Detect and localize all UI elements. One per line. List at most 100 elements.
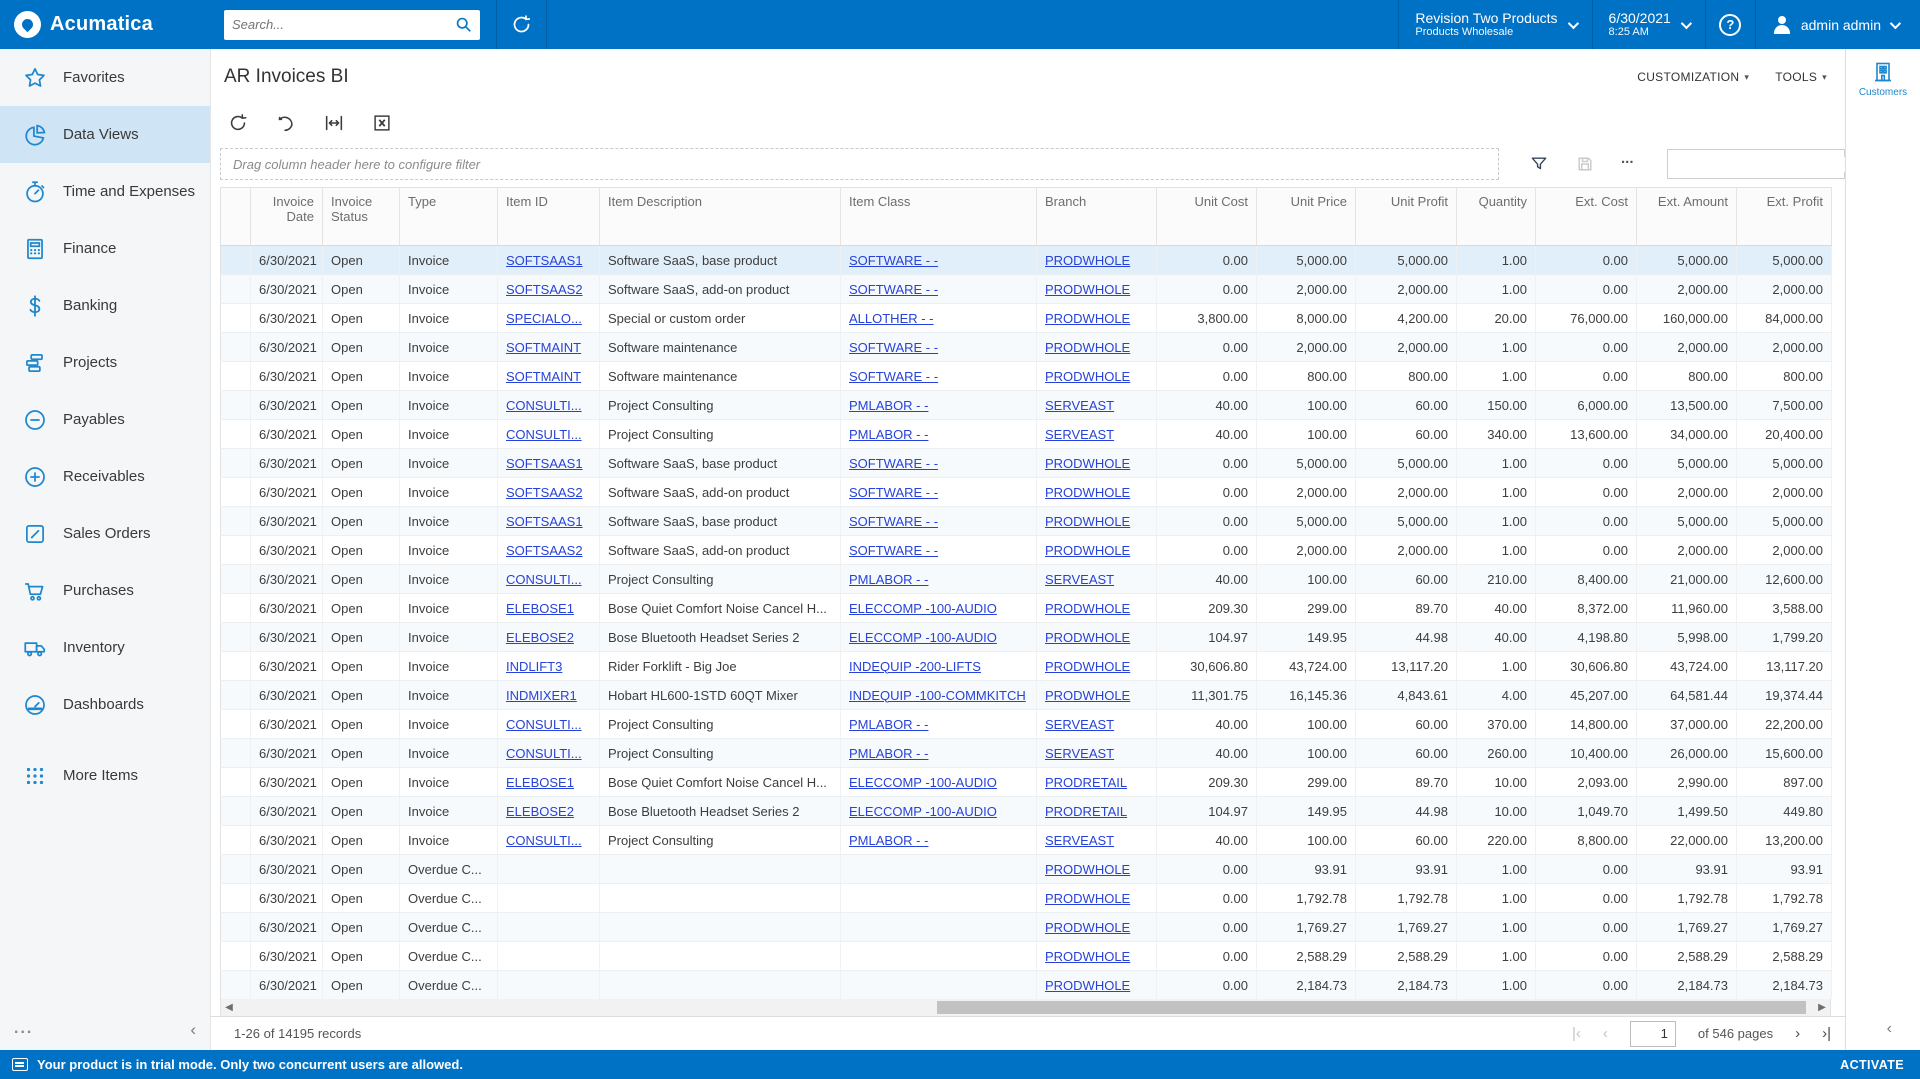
link-item_class[interactable]: SOFTWARE - - [849,485,938,500]
table-row[interactable]: 6/30/2021OpenInvoiceSOFTMAINTSoftware ma… [221,362,1832,391]
sidebar-item-banking[interactable]: Banking [0,277,210,334]
sidebar-item-more-items[interactable]: More Items [0,747,210,804]
link-item_id[interactable]: SOFTSAAS2 [506,282,583,297]
scroll-right-icon[interactable]: ▶ [1814,999,1830,1016]
col-header-desc[interactable]: Item Description [600,188,841,246]
filter-drop-zone[interactable]: Drag column header here to configure fil… [220,148,1499,180]
link-item_class[interactable]: ELECCOMP -100-AUDIO [849,804,997,819]
save-filter-icon[interactable] [1575,154,1595,174]
grid-search[interactable] [1667,149,1845,179]
link-branch[interactable]: PRODWHOLE [1045,311,1130,326]
link-branch[interactable]: PRODWHOLE [1045,862,1130,877]
page-number-input[interactable] [1630,1021,1676,1047]
table-row[interactable]: 6/30/2021OpenInvoiceSOFTMAINTSoftware ma… [221,333,1832,362]
link-branch[interactable]: SERVEAST [1045,746,1114,761]
table-row[interactable]: 6/30/2021OpenInvoiceSOFTSAAS2Software Sa… [221,478,1832,507]
link-item_class[interactable]: ELECCOMP -100-AUDIO [849,630,997,645]
link-item_id[interactable]: SOFTSAAS2 [506,543,583,558]
link-item_class[interactable]: PMLABOR - - [849,572,928,587]
link-branch[interactable]: PRODWHOLE [1045,485,1130,500]
table-row[interactable]: 6/30/2021OpenInvoiceELEBOSE1Bose Quiet C… [221,594,1832,623]
tools-menu[interactable]: TOOLS▾ [1775,70,1827,84]
link-branch[interactable]: SERVEAST [1045,398,1114,413]
link-branch[interactable]: PRODWHOLE [1045,456,1130,471]
fit-width-button[interactable] [323,112,345,134]
link-branch[interactable]: PRODRETAIL [1045,775,1127,790]
table-row[interactable]: 6/30/2021OpenInvoiceSPECIALO...Special o… [221,304,1832,333]
link-item_id[interactable]: SOFTSAAS1 [506,253,583,268]
link-item_id[interactable]: ELEBOSE1 [506,601,574,616]
link-item_class[interactable]: ELECCOMP -100-AUDIO [849,601,997,616]
link-branch[interactable]: PRODWHOLE [1045,688,1130,703]
link-item_id[interactable]: CONSULTI... [506,398,582,413]
refresh-button[interactable] [227,112,249,134]
panel-collapse-icon[interactable]: ‹ [1887,1020,1892,1038]
link-item_class[interactable]: PMLABOR - - [849,746,928,761]
table-row[interactable]: 6/30/2021OpenInvoiceCONSULTI...Project C… [221,391,1832,420]
table-row[interactable]: 6/30/2021OpenInvoiceCONSULTI...Project C… [221,826,1832,855]
sidebar-item-data-views[interactable]: Data Views [0,106,210,163]
link-branch[interactable]: PRODWHOLE [1045,253,1130,268]
table-row[interactable]: 6/30/2021OpenInvoiceINDLIFT3Rider Forkli… [221,652,1832,681]
more-options-button[interactable]: ... [1621,154,1641,174]
link-item_id[interactable]: CONSULTI... [506,427,582,442]
link-branch[interactable]: PRODWHOLE [1045,659,1130,674]
sidebar-item-inventory[interactable]: Inventory [0,619,210,676]
sidebar-item-payables[interactable]: Payables [0,391,210,448]
table-row[interactable]: 6/30/2021OpenInvoiceSOFTSAAS1Software Sa… [221,246,1832,275]
table-row[interactable]: 6/30/2021OpenInvoiceSOFTSAAS1Software Sa… [221,507,1832,536]
link-item_class[interactable]: PMLABOR - - [849,398,928,413]
table-row[interactable]: 6/30/2021OpenInvoiceCONSULTI...Project C… [221,710,1832,739]
col-header-status[interactable]: Invoice Status [323,188,400,246]
link-branch[interactable]: PRODWHOLE [1045,514,1130,529]
link-item_class[interactable]: PMLABOR - - [849,833,928,848]
link-branch[interactable]: PRODWHOLE [1045,282,1130,297]
sidebar-more-options[interactable]: ... [14,1020,33,1040]
sidebar-item-finance[interactable]: Finance [0,220,210,277]
scroll-left-icon[interactable]: ◀ [221,999,237,1016]
link-item_id[interactable]: ELEBOSE2 [506,630,574,645]
table-row[interactable]: 6/30/2021OpenInvoiceSOFTSAAS2Software Sa… [221,275,1832,304]
table-row[interactable]: 6/30/2021OpenOverdue C...PRODWHOLE0.001,… [221,884,1832,913]
horizontal-scrollbar[interactable]: ◀ ▶ [220,999,1831,1016]
sidebar-item-dashboards[interactable]: Dashboards [0,676,210,733]
scrollbar-thumb[interactable] [937,1001,1806,1014]
link-item_class[interactable]: ELECCOMP -100-AUDIO [849,775,997,790]
link-branch[interactable]: PRODWHOLE [1045,369,1130,384]
undo-button[interactable] [275,112,297,134]
last-page-button[interactable]: ›| [1822,1025,1831,1042]
table-row[interactable]: 6/30/2021OpenInvoiceCONSULTI...Project C… [221,420,1832,449]
link-item_id[interactable]: ELEBOSE2 [506,804,574,819]
sidebar-item-purchases[interactable]: Purchases [0,562,210,619]
link-item_id[interactable]: INDMIXER1 [506,688,577,703]
link-branch[interactable]: SERVEAST [1045,833,1114,848]
col-header-ext_cost[interactable]: Ext. Cost [1536,188,1637,246]
link-item_class[interactable]: INDEQUIP -200-LIFTS [849,659,981,674]
filter-icon[interactable] [1529,154,1549,174]
next-page-button[interactable]: › [1795,1025,1800,1042]
link-item_class[interactable]: SOFTWARE - - [849,282,938,297]
link-item_id[interactable]: SPECIALO... [506,311,582,326]
link-branch[interactable]: PRODRETAIL [1045,804,1127,819]
col-header-ext_profit[interactable]: Ext. Profit [1737,188,1832,246]
sidebar-item-time-and-expenses[interactable]: Time and Expenses [0,163,210,220]
search-icon[interactable] [455,16,472,33]
link-item_class[interactable]: SOFTWARE - - [849,514,938,529]
link-branch[interactable]: PRODWHOLE [1045,949,1130,964]
link-item_id[interactable]: CONSULTI... [506,746,582,761]
link-branch[interactable]: SERVEAST [1045,427,1114,442]
link-branch[interactable]: PRODWHOLE [1045,630,1130,645]
link-item_class[interactable]: SOFTWARE - - [849,253,938,268]
first-page-button[interactable]: |‹ [1572,1025,1581,1042]
col-header-unit_price[interactable]: Unit Price [1257,188,1356,246]
link-branch[interactable]: SERVEAST [1045,572,1114,587]
link-item_class[interactable]: ALLOTHER - - [849,311,934,326]
link-branch[interactable]: SERVEAST [1045,717,1114,732]
sidebar-item-receivables[interactable]: Receivables [0,448,210,505]
customization-menu[interactable]: CUSTOMIZATION▾ [1637,70,1749,84]
link-branch[interactable]: PRODWHOLE [1045,340,1130,355]
link-item_id[interactable]: CONSULTI... [506,717,582,732]
sidebar-item-sales-orders[interactable]: Sales Orders [0,505,210,562]
col-header-qty[interactable]: Quantity [1457,188,1536,246]
col-header-date[interactable]: Invoice Date [251,188,323,246]
